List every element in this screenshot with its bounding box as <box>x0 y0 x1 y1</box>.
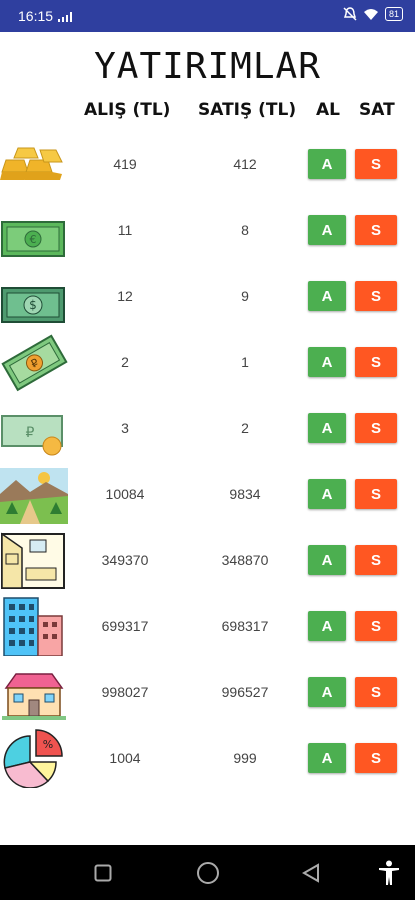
list-item-house: 998027 996527 A S <box>0 662 415 722</box>
list-item-euro: € 11 8 A S <box>0 200 415 260</box>
list-item-ruble: ₽ 2 1 A S <box>0 332 415 392</box>
svg-text:%: % <box>43 738 53 751</box>
buy-button[interactable]: A <box>308 149 346 179</box>
sell-button[interactable]: S <box>355 611 397 641</box>
buy-button[interactable]: A <box>308 743 346 773</box>
sell-price: 996527 <box>221 684 269 700</box>
buy-price: 998027 <box>101 684 149 700</box>
ruble-banknote-icon: ₽ <box>1 334 68 392</box>
buy-button[interactable]: A <box>308 347 346 377</box>
sell-price: 698317 <box>221 618 269 634</box>
sell-price: 8 <box>241 222 249 238</box>
house-icon <box>2 673 66 720</box>
buy-button[interactable]: A <box>308 215 346 245</box>
navigation-bar <box>0 845 415 900</box>
sell-price: 9 <box>241 288 249 304</box>
battery-indicator: 81 <box>384 7 403 21</box>
buy-price: 12 <box>117 288 133 304</box>
status-time: 16:15 <box>18 8 54 24</box>
svg-text:₽: ₽ <box>26 425 35 441</box>
list-item-land: 10084 9834 A S <box>0 464 415 524</box>
recent-apps-icon[interactable] <box>94 864 112 882</box>
sell-button[interactable]: S <box>355 215 397 245</box>
accessibility-icon[interactable] <box>378 860 400 886</box>
lira-banknote-icon: ₽ <box>1 415 63 456</box>
header-al: AL <box>316 100 340 120</box>
office-building-icon <box>3 597 63 656</box>
sell-price: 348870 <box>221 552 269 568</box>
buy-price: 419 <box>113 156 137 172</box>
buy-price: 3 <box>121 420 129 436</box>
list-item-gold: 419 412 A S <box>0 134 415 194</box>
buy-price: 699317 <box>101 618 149 634</box>
buy-button[interactable]: A <box>308 479 346 509</box>
svg-text:$: $ <box>29 298 37 312</box>
buy-button[interactable]: A <box>308 677 346 707</box>
buy-button[interactable]: A <box>308 545 346 575</box>
sell-price: 1 <box>241 354 249 370</box>
pie-chart-icon: % <box>3 729 63 788</box>
buy-price: 1004 <box>109 750 141 766</box>
dollar-banknote-icon: $ <box>1 287 65 323</box>
sell-price: 9834 <box>229 486 261 502</box>
buy-price: 11 <box>117 222 133 238</box>
list-item-lira: ₽ 3 2 A S <box>0 398 415 458</box>
header-sat: SAT <box>359 100 395 120</box>
buy-price: 349370 <box>101 552 149 568</box>
buy-button[interactable]: A <box>308 611 346 641</box>
list-item-building: 699317 698317 A S <box>0 596 415 656</box>
sell-button[interactable]: S <box>355 149 397 179</box>
list-item-dollar: $ 12 9 A S <box>0 266 415 326</box>
apartment-interior-icon <box>1 532 65 589</box>
sell-price: 2 <box>241 420 249 436</box>
header-sell: SATIŞ (TL) <box>198 100 297 120</box>
sell-button[interactable]: S <box>355 413 397 443</box>
mute-icon <box>343 7 357 21</box>
svg-text:€: € <box>30 233 37 246</box>
sell-button[interactable]: S <box>355 347 397 377</box>
buy-price: 10084 <box>105 486 145 502</box>
euro-banknote-icon: € <box>1 221 65 257</box>
sell-button[interactable]: S <box>355 677 397 707</box>
gold-bars-icon <box>0 147 63 180</box>
home-icon[interactable] <box>196 861 220 885</box>
sell-button[interactable]: S <box>355 281 397 311</box>
wifi-icon <box>363 9 378 20</box>
signal-icon <box>58 12 72 22</box>
list-item-apartment: 349370 348870 A S <box>0 530 415 590</box>
header-buy: ALIŞ (TL) <box>84 100 171 120</box>
buy-button[interactable]: A <box>308 413 346 443</box>
sell-button[interactable]: S <box>355 743 397 773</box>
list-item-fund: % 1004 999 A S <box>0 728 415 788</box>
sell-button[interactable]: S <box>355 479 397 509</box>
back-icon[interactable] <box>302 863 320 883</box>
page-title: YATIRIMLAR <box>94 46 321 87</box>
land-field-icon <box>0 468 68 524</box>
sell-price: 412 <box>233 156 257 172</box>
buy-price: 2 <box>121 354 129 370</box>
buy-button[interactable]: A <box>308 281 346 311</box>
sell-button[interactable]: S <box>355 545 397 575</box>
status-bar: 16:15 81 <box>0 0 415 32</box>
sell-price: 999 <box>233 750 257 766</box>
